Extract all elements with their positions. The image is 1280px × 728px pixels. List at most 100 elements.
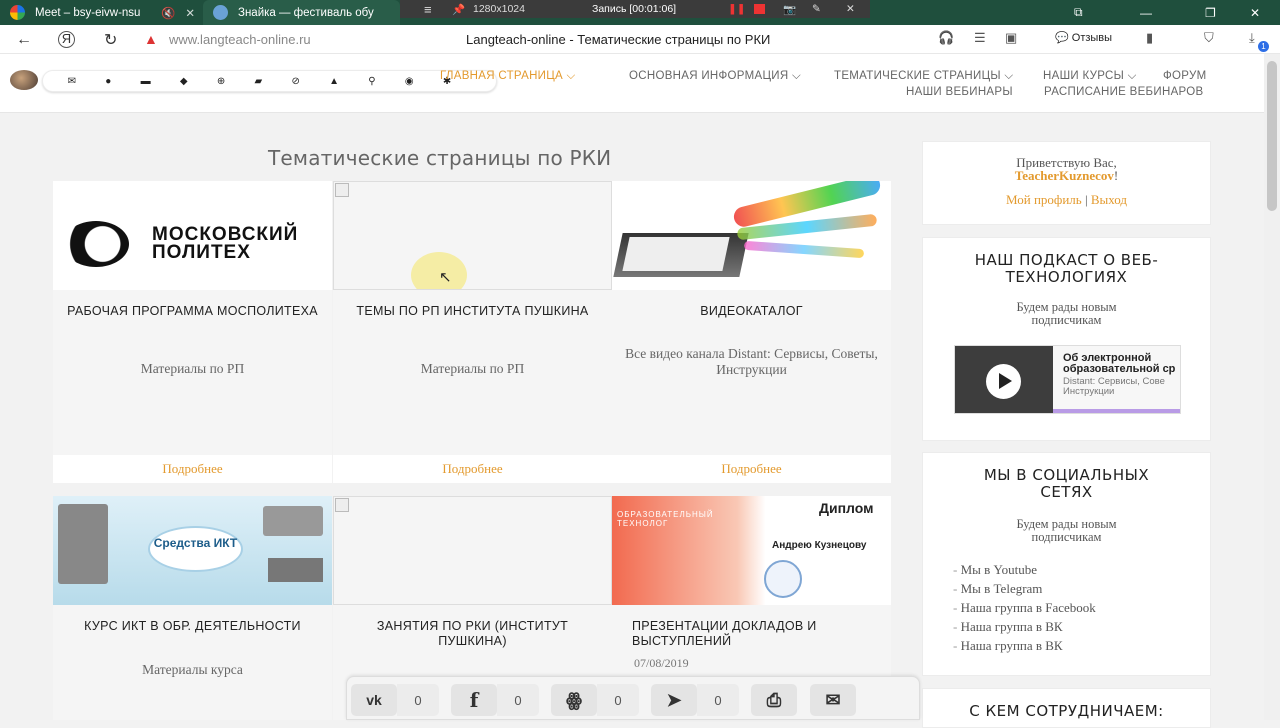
speaker-icon (58, 504, 108, 584)
vk-icon[interactable]: vk (351, 684, 397, 716)
minimize-icon[interactable]: — (1140, 0, 1152, 25)
nav-webinar-schedule[interactable]: РАСПИСАНИЕ ВЕБИНАРОВ (1044, 86, 1203, 98)
reader-icon[interactable]: ☰ (974, 30, 986, 46)
card-title[interactable]: ВИДЕОКАТАЛОГ (622, 304, 881, 319)
stop-icon[interactable] (754, 4, 765, 14)
folder-icon[interactable]: ▰ (254, 76, 262, 87)
play-button[interactable] (986, 364, 1021, 399)
diploma-name: Андрею Кузнецову (772, 540, 867, 551)
reload-icon[interactable]: ↻ (104, 30, 117, 50)
close-icon[interactable]: ✕ (185, 6, 195, 20)
logout-link[interactable]: Выход (1091, 192, 1127, 207)
search-icon[interactable]: ⚲ (368, 76, 375, 87)
tab-znaika[interactable]: Знайка — фестиваль обу (203, 0, 400, 25)
card-thumbnail[interactable]: ↖ (333, 181, 612, 290)
download-icon[interactable]: ⤓ (1249, 30, 1255, 46)
share-count: 0 (597, 684, 639, 716)
add-icon[interactable]: ⊕ (217, 76, 225, 87)
social-link-telegram[interactable]: Мы в Telegram (953, 581, 1096, 600)
social-link-vk[interactable]: Наша группа в ВК (953, 638, 1096, 657)
profile-links: Мой профиль | Выход (1006, 192, 1127, 207)
document-icon[interactable]: ▬ (141, 76, 151, 87)
menu-icon[interactable]: ≡ (424, 2, 432, 17)
back-icon[interactable]: ← (16, 31, 32, 49)
scrollbar[interactable] (1264, 54, 1280, 720)
nav-courses[interactable]: НАШИ КУРСЫ ⌵ (1043, 70, 1137, 83)
tabs-icon[interactable]: ▣ (1005, 30, 1017, 46)
mail-icon[interactable]: ✉ (810, 684, 856, 716)
card-description: Материалы курса (142, 662, 243, 677)
tab-label: Meet – bsy-eivw-nsu (35, 6, 141, 19)
social-link-vk[interactable]: Наша группа в ВК (953, 619, 1096, 638)
bookmark-icon[interactable]: ▮ (1146, 30, 1153, 46)
pin-icon[interactable]: 📌 (452, 3, 465, 16)
card-thumbnail[interactable]: ОБРАЗОВАТЕЛЬНЫЙ ТЕХНОЛОГ Диплом Андрею К… (612, 496, 891, 605)
card-video-catalog: ВИДЕОКАТАЛОГ Все видео канала Distant: С… (612, 181, 891, 483)
block-icon[interactable]: ⊘ (291, 76, 299, 87)
admin-toolbar: ✉ ● ▬ ◆ ⊕ ▰ ⊘ ▲ ⚲ ◉ ✱ (42, 70, 497, 92)
info-icon[interactable]: ● (105, 76, 111, 87)
card-thumbnail[interactable]: Средства ИКТ (53, 496, 332, 605)
card-thumbnail[interactable]: МОСКОВСКИЙ ПОЛИТЕХ (53, 181, 332, 290)
social-link-youtube[interactable]: Мы в Youtube (953, 562, 1096, 581)
card-title[interactable]: ПРЕЗЕНТАЦИИ ДОКЛАДОВ И ВЫСТУПЛЕНИЙ (632, 619, 891, 649)
card-thumbnail[interactable] (612, 181, 891, 290)
scrollbar-thumb[interactable] (1267, 61, 1277, 211)
mospolytech-logo-icon (63, 221, 129, 267)
close-icon[interactable]: ✕ (846, 3, 855, 15)
diploma-title: Диплом (819, 500, 874, 516)
username[interactable]: TeacherKuznecov (1015, 168, 1114, 183)
card-title[interactable]: ТЕМЫ ПО РП ИНСТИТУТА ПУШКИНА (343, 304, 602, 319)
podcast-player[interactable]: Об электронной образовательной ср Distan… (954, 345, 1181, 414)
print-icon[interactable]: ⎙ (751, 684, 797, 716)
diploma-caption: ОБРАЗОВАТЕЛЬНЫЙ ТЕХНОЛОГ (617, 510, 714, 528)
tab-label: Знайка — фестиваль обу (238, 6, 374, 19)
card-pushkin-themes: ↖ ТЕМЫ ПО РП ИНСТИТУТА ПУШКИНА Материалы… (333, 181, 612, 483)
extensions-icon[interactable]: ⛉ (1204, 30, 1214, 46)
social-link-facebook[interactable]: Наша группа в Facebook (953, 600, 1096, 619)
url-field[interactable]: www.langteach-online.ru (169, 32, 311, 47)
nav-forum[interactable]: ФОРУМ (1163, 70, 1207, 82)
nav-main-info[interactable]: ОСНОВНАЯ ИНФОРМАЦИЯ ⌵ (629, 70, 801, 83)
close-window-icon[interactable]: ✕ (1250, 0, 1260, 25)
social-widget: МЫ В СОЦИАЛЬНЫХ СЕТЯХ Будем рады новым п… (922, 452, 1211, 676)
widget-title: С КЕМ СОТРУДНИЧАЕМ: (969, 702, 1164, 720)
mail-icon[interactable]: ✉ (68, 76, 76, 87)
card-thumbnail[interactable] (333, 496, 612, 605)
more-link[interactable]: Подробнее (333, 455, 612, 483)
page-title: Langteach-online - Тематические страницы… (466, 32, 771, 47)
more-link[interactable]: Подробнее (53, 455, 332, 483)
maximize-icon[interactable]: ❐ (1205, 0, 1216, 25)
mute-icon[interactable]: 🔇 (161, 6, 175, 20)
share-count: 0 (497, 684, 539, 716)
card-title[interactable]: КУРС ИКТ В ОБР. ДЕЯТЕЛЬНОСТИ (63, 619, 322, 634)
card-title[interactable]: ЗАНЯТИЯ ПО РКИ (ИНСТИТУТ ПУШКИНА) (343, 619, 602, 649)
widget-subtitle: Будем рады новым подписчикам (1016, 300, 1117, 327)
collections-icon[interactable]: ⧉ (1074, 0, 1083, 25)
comment-icon[interactable]: ◆ (180, 76, 188, 87)
feedback-label: Отзывы (1071, 32, 1113, 44)
tab-meet[interactable]: Meet – bsy-eivw-nsu 🔇 ✕ (0, 0, 205, 25)
progress-bar[interactable] (1053, 409, 1180, 413)
pen-icon[interactable]: ✎ (812, 3, 821, 15)
nav-home[interactable]: ГЛАВНАЯ СТРАНИЦА ⌵ (440, 70, 576, 83)
more-link[interactable]: Подробнее (612, 455, 891, 483)
odnoklassniki-icon[interactable]: ꙮ (551, 684, 597, 716)
telegram-icon[interactable]: ➤ (651, 684, 697, 716)
seal-icon (764, 560, 802, 598)
headphones-icon[interactable]: 🎧 (938, 30, 954, 46)
yandex-icon[interactable]: Я (58, 31, 75, 48)
feedback-button[interactable]: 💬 Отзывы (1055, 31, 1112, 44)
eye-icon[interactable]: ◉ (405, 76, 414, 87)
camera-icon[interactable]: 📷 (783, 3, 796, 16)
profile-link[interactable]: Мой профиль (1006, 192, 1082, 207)
pause-icon[interactable]: ❚❚ (728, 3, 746, 15)
facebook-icon[interactable]: f (451, 684, 497, 716)
avatar[interactable] (10, 70, 38, 90)
card-title[interactable]: РАБОЧАЯ ПРОГРАММА МОСПОЛИТЕХА (63, 304, 322, 319)
bell-icon[interactable]: ▲ (329, 76, 339, 87)
nav-webinars[interactable]: НАШИ ВЕБИНАРЫ (906, 86, 1013, 98)
nav-topics[interactable]: ТЕМАТИЧЕСКИЕ СТРАНИЦЫ ⌵ (834, 70, 1013, 83)
warning-icon[interactable]: ▲ (144, 32, 160, 47)
card-date: 07/08/2019 (634, 656, 689, 670)
